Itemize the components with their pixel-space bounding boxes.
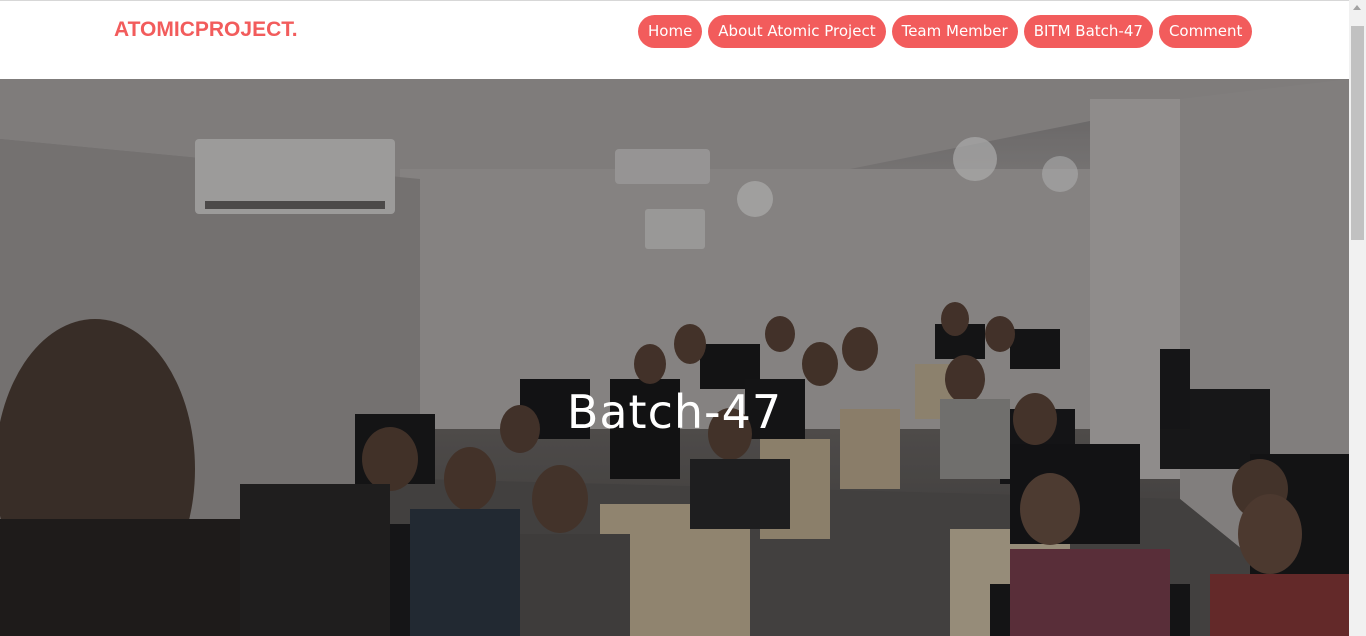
scrollbar-thumb[interactable] <box>1351 26 1364 240</box>
main-nav: Home About Atomic Project Team Member BI… <box>638 15 1253 48</box>
nav-comment[interactable]: Comment <box>1158 15 1253 48</box>
nav-bitm-batch[interactable]: BITM Batch-47 <box>1023 15 1153 48</box>
nav-team-member[interactable]: Team Member <box>891 15 1018 48</box>
scroll-up-arrow-icon[interactable] <box>1353 5 1361 10</box>
nav-home[interactable]: Home <box>638 15 703 48</box>
page-scrollbar[interactable] <box>1349 0 1366 636</box>
navbar: ATOMICPROJECT. Home About Atomic Project… <box>0 1 1349 79</box>
brand-logo[interactable]: ATOMICPROJECT. <box>114 18 298 42</box>
hero-section: Batch-47 <box>0 79 1349 636</box>
hero-title: Batch-47 <box>566 385 783 439</box>
nav-about[interactable]: About Atomic Project <box>708 15 886 48</box>
hero-dark-overlay <box>0 79 1349 636</box>
